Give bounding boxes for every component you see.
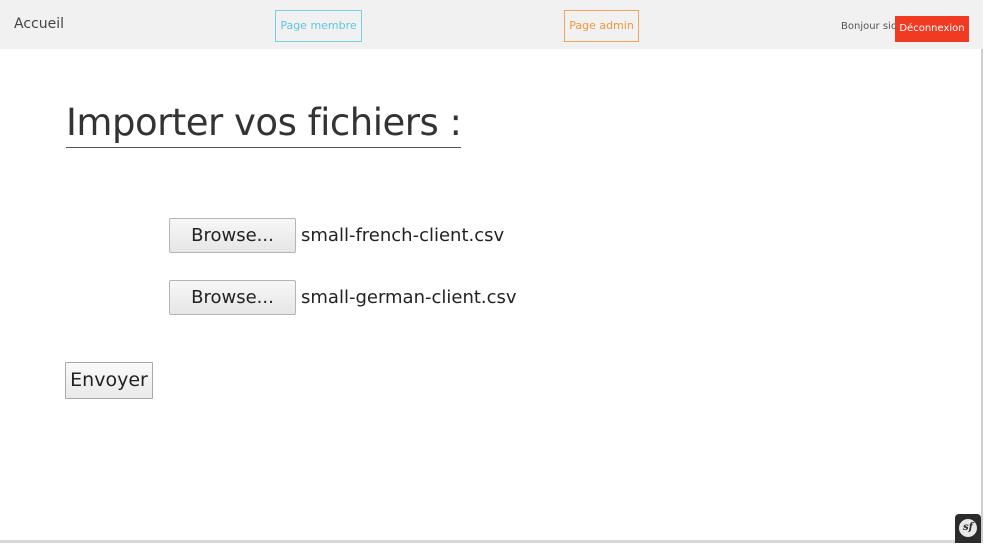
page-title: Importer vos fichiers :	[66, 99, 462, 148]
browse-button[interactable]: Browse...	[169, 280, 296, 315]
user-greeting: Bonjour sio	[841, 21, 897, 32]
page-frame	[0, 0, 983, 543]
logout-button[interactable]: Déconnexion	[895, 16, 969, 42]
symfony-logo-icon: sf	[959, 519, 977, 537]
selected-file-name: small-german-client.csv	[301, 287, 517, 308]
admin-page-link[interactable]: Page admin	[564, 10, 639, 42]
navbar: Accueil Page membre Page admin Bonjour s…	[0, 0, 983, 49]
member-page-link[interactable]: Page membre	[275, 10, 362, 42]
submit-button[interactable]: Envoyer	[65, 362, 153, 399]
home-link[interactable]: Accueil	[14, 16, 64, 32]
symfony-toolbar-toggle[interactable]: sf	[955, 514, 981, 543]
browse-button[interactable]: Browse...	[169, 218, 296, 253]
selected-file-name: small-french-client.csv	[301, 225, 505, 246]
